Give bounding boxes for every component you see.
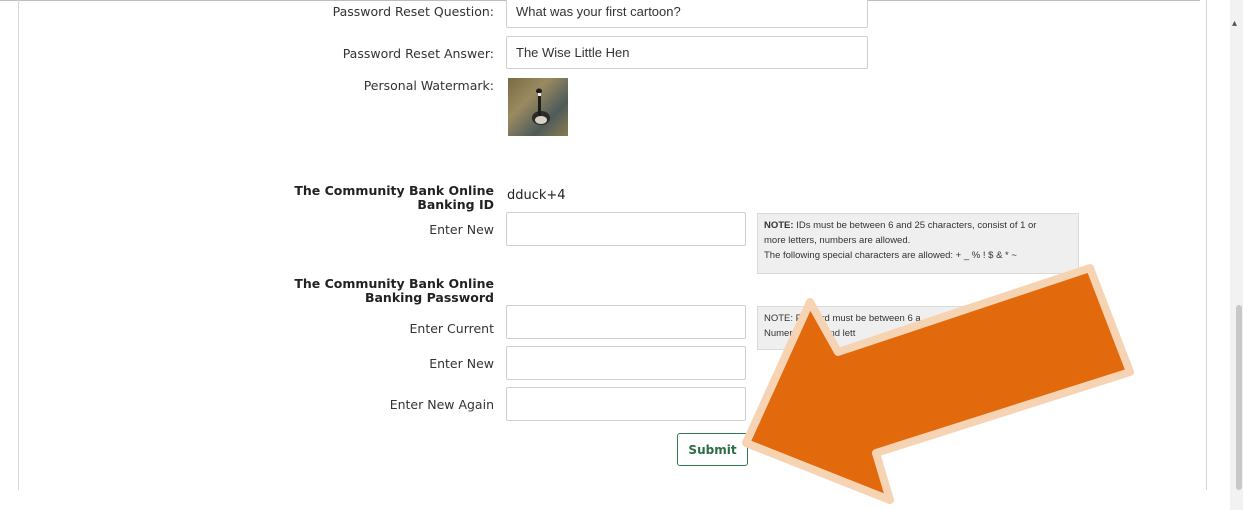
- scrollbar-thumb[interactable]: [1236, 305, 1242, 490]
- scroll-up-icon[interactable]: ▴: [1232, 18, 1237, 29]
- content-right-border: [1206, 0, 1207, 490]
- reset-question-label: Password Reset Question:: [332, 4, 494, 19]
- confirm-password-input[interactable]: [506, 387, 746, 421]
- new-password-input[interactable]: [506, 346, 746, 380]
- reset-answer-input[interactable]: [506, 36, 868, 69]
- banking-id-label: The Community Bank Online Banking ID: [294, 183, 494, 212]
- pw-new-label: Enter New: [429, 356, 494, 371]
- id-note-line-1: IDs must be between 6 and 25 characters,…: [793, 220, 1037, 231]
- watermark-label: Personal Watermark:: [363, 78, 494, 93]
- banking-id-value: dduck+4: [507, 188, 566, 203]
- id-enter-new-label: Enter New: [429, 222, 494, 237]
- goose-icon: [532, 88, 550, 125]
- content-left-border: [18, 0, 19, 490]
- pw-note-line-2: Numer mbers and lett: [764, 328, 856, 339]
- new-id-input[interactable]: [506, 212, 746, 246]
- id-note-line-3: The following special characters are all…: [764, 250, 1017, 261]
- pw-note-line-1: NOTE: P sword must be between 6 a: [764, 313, 921, 324]
- reset-answer-label: Password Reset Answer:: [342, 46, 494, 61]
- personal-watermark-image[interactable]: [508, 78, 568, 136]
- current-password-input[interactable]: [506, 305, 746, 339]
- note-bold: NOTE:: [764, 220, 794, 231]
- pw-new-again-label: Enter New Again: [389, 397, 494, 412]
- id-requirements-note: NOTE: IDs must be between 6 and 25 chara…: [757, 213, 1079, 274]
- submit-button[interactable]: Submit: [677, 433, 748, 466]
- pw-current-label: Enter Current: [409, 321, 494, 336]
- password-requirements-note: NOTE: P sword must be between 6 a Numer …: [757, 306, 987, 350]
- banking-password-label: The Community Bank Online Banking Passwo…: [294, 276, 494, 305]
- reset-question-input[interactable]: [506, 0, 868, 28]
- id-note-line-2: more letters, numbers are allowed.: [764, 235, 911, 246]
